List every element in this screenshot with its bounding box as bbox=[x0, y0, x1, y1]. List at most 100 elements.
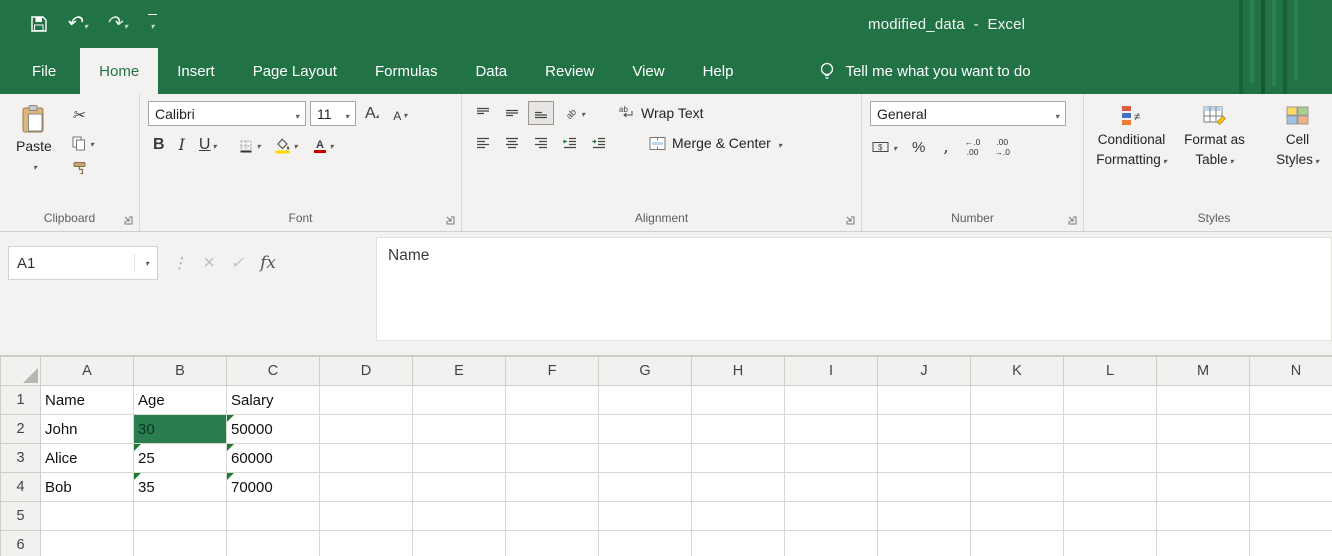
cell-L5[interactable] bbox=[1064, 502, 1157, 531]
tab-review[interactable]: Review bbox=[526, 48, 613, 94]
cell-D5[interactable] bbox=[320, 502, 413, 531]
cell-D1[interactable] bbox=[320, 386, 413, 415]
cell-A6[interactable] bbox=[41, 531, 134, 556]
cell-L1[interactable] bbox=[1064, 386, 1157, 415]
cell-B5[interactable] bbox=[134, 502, 227, 531]
col-header-B[interactable]: B bbox=[134, 357, 227, 386]
select-all-corner[interactable] bbox=[1, 357, 41, 386]
wrap-text-button[interactable]: ab Wrap Text bbox=[613, 103, 709, 123]
tab-page-layout[interactable]: Page Layout bbox=[234, 48, 356, 94]
cell-G4[interactable] bbox=[599, 473, 692, 502]
row-header-5[interactable]: 5 bbox=[1, 502, 41, 531]
cell-G1[interactable] bbox=[599, 386, 692, 415]
enter-icon[interactable] bbox=[231, 253, 244, 273]
tab-insert[interactable]: Insert bbox=[158, 48, 234, 94]
cell-N4[interactable] bbox=[1250, 473, 1332, 502]
decrease-decimal-button[interactable]: .00 →.0 bbox=[991, 136, 1013, 158]
cell-L3[interactable] bbox=[1064, 444, 1157, 473]
orientation-button[interactable]: ab bbox=[557, 101, 591, 125]
cell-F3[interactable] bbox=[506, 444, 599, 473]
cell-K1[interactable] bbox=[971, 386, 1064, 415]
cell-B6[interactable] bbox=[134, 531, 227, 556]
cell-L6[interactable] bbox=[1064, 531, 1157, 556]
cell-J2[interactable] bbox=[878, 415, 971, 444]
row-header-1[interactable]: 1 bbox=[1, 386, 41, 415]
cell-J6[interactable] bbox=[878, 531, 971, 556]
increase-font-size-button[interactable]: A bbox=[360, 103, 384, 125]
cell-B2[interactable]: 30 bbox=[134, 415, 227, 444]
cell-C5[interactable] bbox=[227, 502, 320, 531]
cell-G5[interactable] bbox=[599, 502, 692, 531]
conditional-formatting-button[interactable]: ≠ Conditional Formatting bbox=[1092, 101, 1171, 208]
percent-style-button[interactable]: % bbox=[907, 137, 930, 158]
cell-M3[interactable] bbox=[1157, 444, 1250, 473]
tell-me-box[interactable]: Tell me what you want to do bbox=[818, 48, 1030, 94]
italic-button[interactable]: I bbox=[174, 133, 190, 156]
cell-I5[interactable] bbox=[785, 502, 878, 531]
formula-bar-handle-icon[interactable] bbox=[172, 254, 187, 273]
cell-K3[interactable] bbox=[971, 444, 1064, 473]
cell-G6[interactable] bbox=[599, 531, 692, 556]
cell-G3[interactable] bbox=[599, 444, 692, 473]
cell-N6[interactable] bbox=[1250, 531, 1332, 556]
col-header-E[interactable]: E bbox=[413, 357, 506, 386]
cell-J1[interactable] bbox=[878, 386, 971, 415]
cell-C1[interactable]: Salary bbox=[227, 386, 320, 415]
cell-A5[interactable] bbox=[41, 502, 134, 531]
cell-E6[interactable] bbox=[413, 531, 506, 556]
font-name-combobox[interactable]: Calibri bbox=[148, 101, 306, 126]
col-header-N[interactable]: N bbox=[1250, 357, 1332, 386]
row-header-3[interactable]: 3 bbox=[1, 444, 41, 473]
clipboard-dialog-launcher[interactable] bbox=[122, 214, 135, 227]
row-header-2[interactable]: 2 bbox=[1, 415, 41, 444]
alignment-dialog-launcher[interactable] bbox=[844, 214, 857, 227]
cell-F4[interactable] bbox=[506, 473, 599, 502]
col-header-K[interactable]: K bbox=[971, 357, 1064, 386]
cell-H4[interactable] bbox=[692, 473, 785, 502]
cell-H1[interactable] bbox=[692, 386, 785, 415]
cell-D4[interactable] bbox=[320, 473, 413, 502]
cell-M1[interactable] bbox=[1157, 386, 1250, 415]
increase-indent-button[interactable] bbox=[586, 131, 612, 155]
decrease-font-size-button[interactable]: A bbox=[388, 103, 412, 125]
underline-button[interactable]: U bbox=[194, 134, 222, 156]
comma-style-button[interactable]: , bbox=[938, 135, 953, 159]
tab-file[interactable]: File bbox=[8, 48, 80, 94]
cell-J5[interactable] bbox=[878, 502, 971, 531]
row-header-4[interactable]: 4 bbox=[1, 473, 41, 502]
format-painter-button[interactable] bbox=[70, 160, 96, 177]
col-header-D[interactable]: D bbox=[320, 357, 413, 386]
formula-input[interactable]: Name bbox=[376, 237, 1332, 341]
increase-decimal-button[interactable]: ←.0 .00 bbox=[962, 136, 984, 158]
cell-D6[interactable] bbox=[320, 531, 413, 556]
accounting-format-button[interactable]: $ bbox=[870, 137, 899, 157]
cut-button[interactable] bbox=[70, 105, 96, 126]
middle-align-button[interactable] bbox=[499, 101, 525, 125]
cell-M6[interactable] bbox=[1157, 531, 1250, 556]
cell-F6[interactable] bbox=[506, 531, 599, 556]
cell-E5[interactable] bbox=[413, 502, 506, 531]
cell-F1[interactable] bbox=[506, 386, 599, 415]
copy-button[interactable] bbox=[70, 133, 96, 153]
tab-help[interactable]: Help bbox=[684, 48, 753, 94]
redo-button[interactable] bbox=[100, 10, 134, 38]
undo-button[interactable] bbox=[60, 10, 94, 38]
cell-B4[interactable]: 35 bbox=[134, 473, 227, 502]
cell-H3[interactable] bbox=[692, 444, 785, 473]
tab-formulas[interactable]: Formulas bbox=[356, 48, 457, 94]
cell-I6[interactable] bbox=[785, 531, 878, 556]
number-format-combobox[interactable]: General bbox=[870, 101, 1066, 126]
cell-C3[interactable]: 60000 bbox=[227, 444, 320, 473]
cell-H6[interactable] bbox=[692, 531, 785, 556]
name-box[interactable]: A1 bbox=[8, 246, 158, 280]
col-header-L[interactable]: L bbox=[1064, 357, 1157, 386]
cell-M2[interactable] bbox=[1157, 415, 1250, 444]
insert-function-button[interactable]: fx bbox=[260, 253, 276, 273]
cell-F2[interactable] bbox=[506, 415, 599, 444]
col-header-J[interactable]: J bbox=[878, 357, 971, 386]
col-header-M[interactable]: M bbox=[1157, 357, 1250, 386]
cell-N1[interactable] bbox=[1250, 386, 1332, 415]
cell-K4[interactable] bbox=[971, 473, 1064, 502]
cell-A4[interactable]: Bob bbox=[41, 473, 134, 502]
borders-button[interactable] bbox=[233, 134, 265, 156]
